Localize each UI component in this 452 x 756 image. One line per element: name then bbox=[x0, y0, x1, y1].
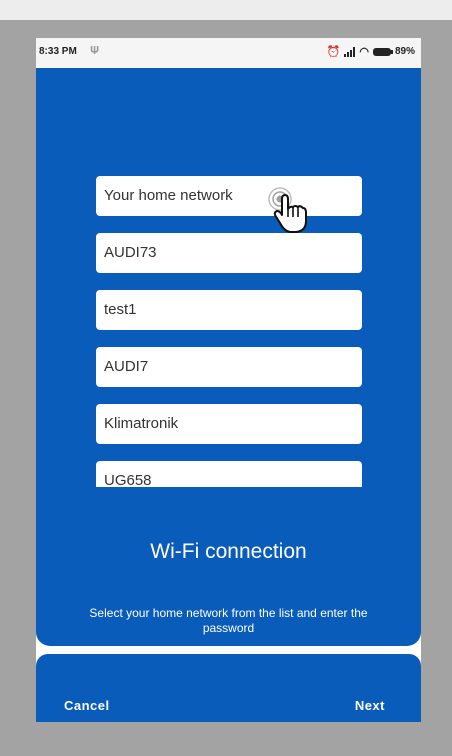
signal-icon bbox=[344, 46, 356, 57]
alarm-icon: ⏰ bbox=[326, 46, 341, 58]
next-button[interactable]: Next bbox=[355, 698, 385, 713]
network-item-test1[interactable]: test1 bbox=[96, 290, 362, 330]
network-item-your-home-network[interactable]: Your home network bbox=[96, 176, 362, 216]
network-item-audi73[interactable]: AUDI73 bbox=[96, 233, 362, 273]
network-item-ug658[interactable]: UG658 bbox=[96, 461, 362, 487]
tap-hand-icon bbox=[268, 187, 307, 233]
network-list[interactable]: Your home network AUDI73 test1 AUDI7 Kli… bbox=[96, 176, 362, 487]
wifi-icon: ◠ bbox=[359, 46, 369, 58]
top-band bbox=[0, 0, 452, 20]
network-item-audi7[interactable]: AUDI7 bbox=[96, 347, 362, 387]
status-time: 8:33 PM bbox=[39, 46, 77, 57]
status-bar: 8:33 PM 𝚿 ⏰ ◠ 89% bbox=[36, 38, 421, 68]
status-icons: ⏰ ◠ 89% bbox=[327, 45, 415, 58]
bottom-action-bar: Cancel Next bbox=[36, 654, 421, 722]
cancel-button[interactable]: Cancel bbox=[64, 698, 110, 713]
battery-icon bbox=[372, 47, 393, 56]
battery-level: 89% bbox=[394, 46, 415, 57]
wifi-icon: 𝚿 bbox=[90, 45, 100, 57]
instruction-text: Select your home network from the list a… bbox=[89, 606, 368, 635]
network-item-klimatronik[interactable]: Klimatronik bbox=[96, 404, 362, 444]
phone-screen: 8:33 PM 𝚿 ⏰ ◠ 89% Wi-Fi connection Selec… bbox=[36, 38, 421, 722]
page-title: Wi-Fi connection bbox=[150, 540, 307, 563]
